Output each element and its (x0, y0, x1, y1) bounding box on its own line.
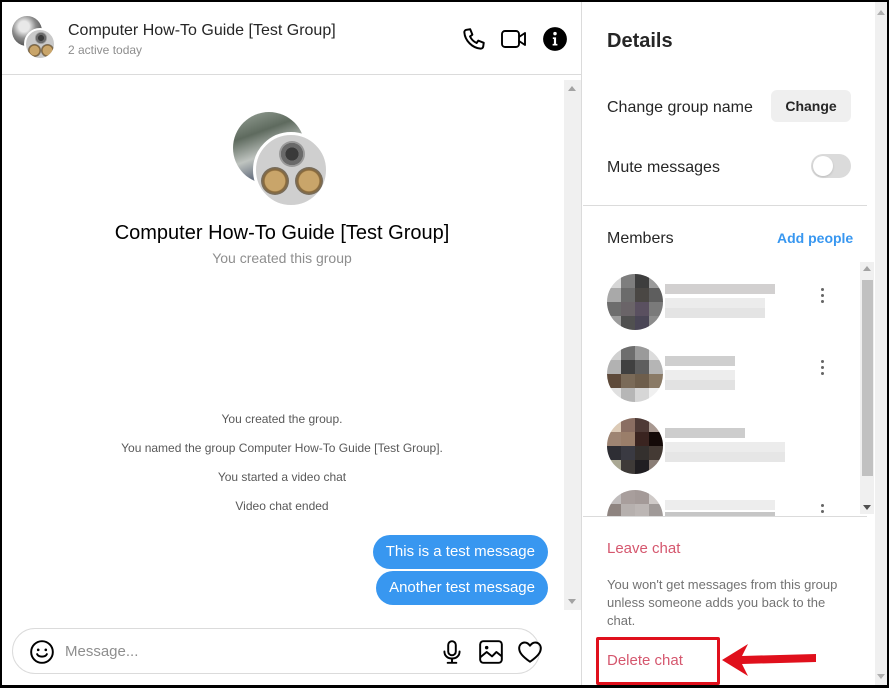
scroll-up-arrow-icon[interactable] (863, 266, 871, 271)
details-title: Details (607, 30, 673, 52)
chat-header: Computer How-To Guide [Test Group] 2 act… (2, 2, 582, 75)
member-name-blurred (665, 284, 775, 294)
chat-title[interactable]: Computer How-To Guide [Test Group] (68, 22, 336, 40)
toggle-knob (813, 156, 833, 176)
delete-chat-link[interactable]: Delete chat (607, 652, 683, 669)
member-row[interactable] (607, 264, 857, 336)
chat-pane: Computer How-To Guide [Test Group] 2 act… (2, 2, 582, 685)
details-panel: Details Change group name Change Mute me… (583, 2, 867, 685)
info-icon[interactable] (542, 26, 568, 52)
image-icon[interactable] (478, 639, 504, 665)
divider (583, 205, 867, 206)
emoji-icon[interactable] (29, 639, 55, 665)
member-avatar (607, 490, 663, 516)
member-row[interactable] (607, 408, 857, 480)
message-bubble[interactable]: Another test message (376, 571, 548, 605)
mute-messages-label: Mute messages (607, 159, 720, 176)
members-heading: Members (607, 230, 674, 247)
member-options-icon[interactable] (817, 288, 827, 308)
group-photo (233, 112, 329, 208)
system-message: You created the group. (221, 412, 343, 426)
member-name-blurred (665, 500, 775, 510)
change-group-name-label: Change group name (607, 99, 753, 116)
member-name-blurred (665, 428, 745, 438)
divider (583, 516, 867, 517)
scroll-down-arrow-icon[interactable] (863, 505, 871, 510)
member-row[interactable] (607, 480, 857, 516)
message-input[interactable] (65, 639, 425, 663)
member-username-blurred (665, 442, 785, 452)
active-status: 2 active today (68, 43, 143, 57)
member-username-blurred (665, 298, 765, 308)
change-group-name-button[interactable]: Change (771, 90, 851, 122)
scroll-up-arrow-icon[interactable] (568, 86, 576, 91)
group-photo-front (253, 132, 329, 208)
leave-chat-link[interactable]: Leave chat (607, 540, 680, 557)
member-options-icon[interactable] (817, 504, 827, 516)
member-options-icon[interactable] (817, 360, 827, 380)
member-username-blurred (665, 452, 785, 462)
group-created-note: You created this group (212, 250, 352, 266)
chat-scrollbar[interactable] (564, 80, 581, 610)
member-username-blurred (665, 370, 735, 380)
scroll-down-arrow-icon[interactable] (568, 599, 576, 604)
add-people-link[interactable]: Add people (777, 230, 853, 246)
system-message: Video chat ended (235, 499, 329, 513)
group-name-heading: Computer How-To Guide [Test Group] (114, 222, 450, 244)
member-avatar (607, 418, 663, 474)
scroll-up-arrow-icon[interactable] (877, 10, 885, 15)
avatar-photo-front (24, 28, 56, 60)
scroll-down-arrow-icon[interactable] (877, 674, 885, 679)
microphone-icon[interactable] (439, 639, 465, 665)
member-avatar (607, 274, 663, 330)
member-username-blurred (665, 308, 765, 318)
members-scrollbar-thumb[interactable] (862, 280, 873, 476)
heart-icon[interactable] (517, 639, 543, 665)
members-list (583, 264, 867, 516)
group-avatar[interactable] (10, 14, 58, 62)
phone-icon[interactable] (461, 26, 487, 52)
system-message: You started a video chat (217, 470, 347, 484)
mute-messages-toggle[interactable] (811, 154, 851, 178)
member-username-blurred (665, 380, 735, 390)
message-bubble[interactable]: This is a test message (372, 535, 548, 569)
video-camera-icon[interactable] (500, 26, 528, 52)
leave-chat-note: You won't get messages from this group u… (607, 577, 838, 628)
details-scrollbar[interactable] (875, 2, 887, 685)
message-composer (12, 628, 543, 674)
message-thread: Computer How-To Guide [Test Group] You c… (2, 76, 582, 614)
member-row[interactable] (607, 336, 857, 408)
system-message: You named the group Computer How-To Guid… (121, 441, 443, 455)
member-name-blurred (665, 356, 735, 366)
member-avatar (607, 346, 663, 402)
